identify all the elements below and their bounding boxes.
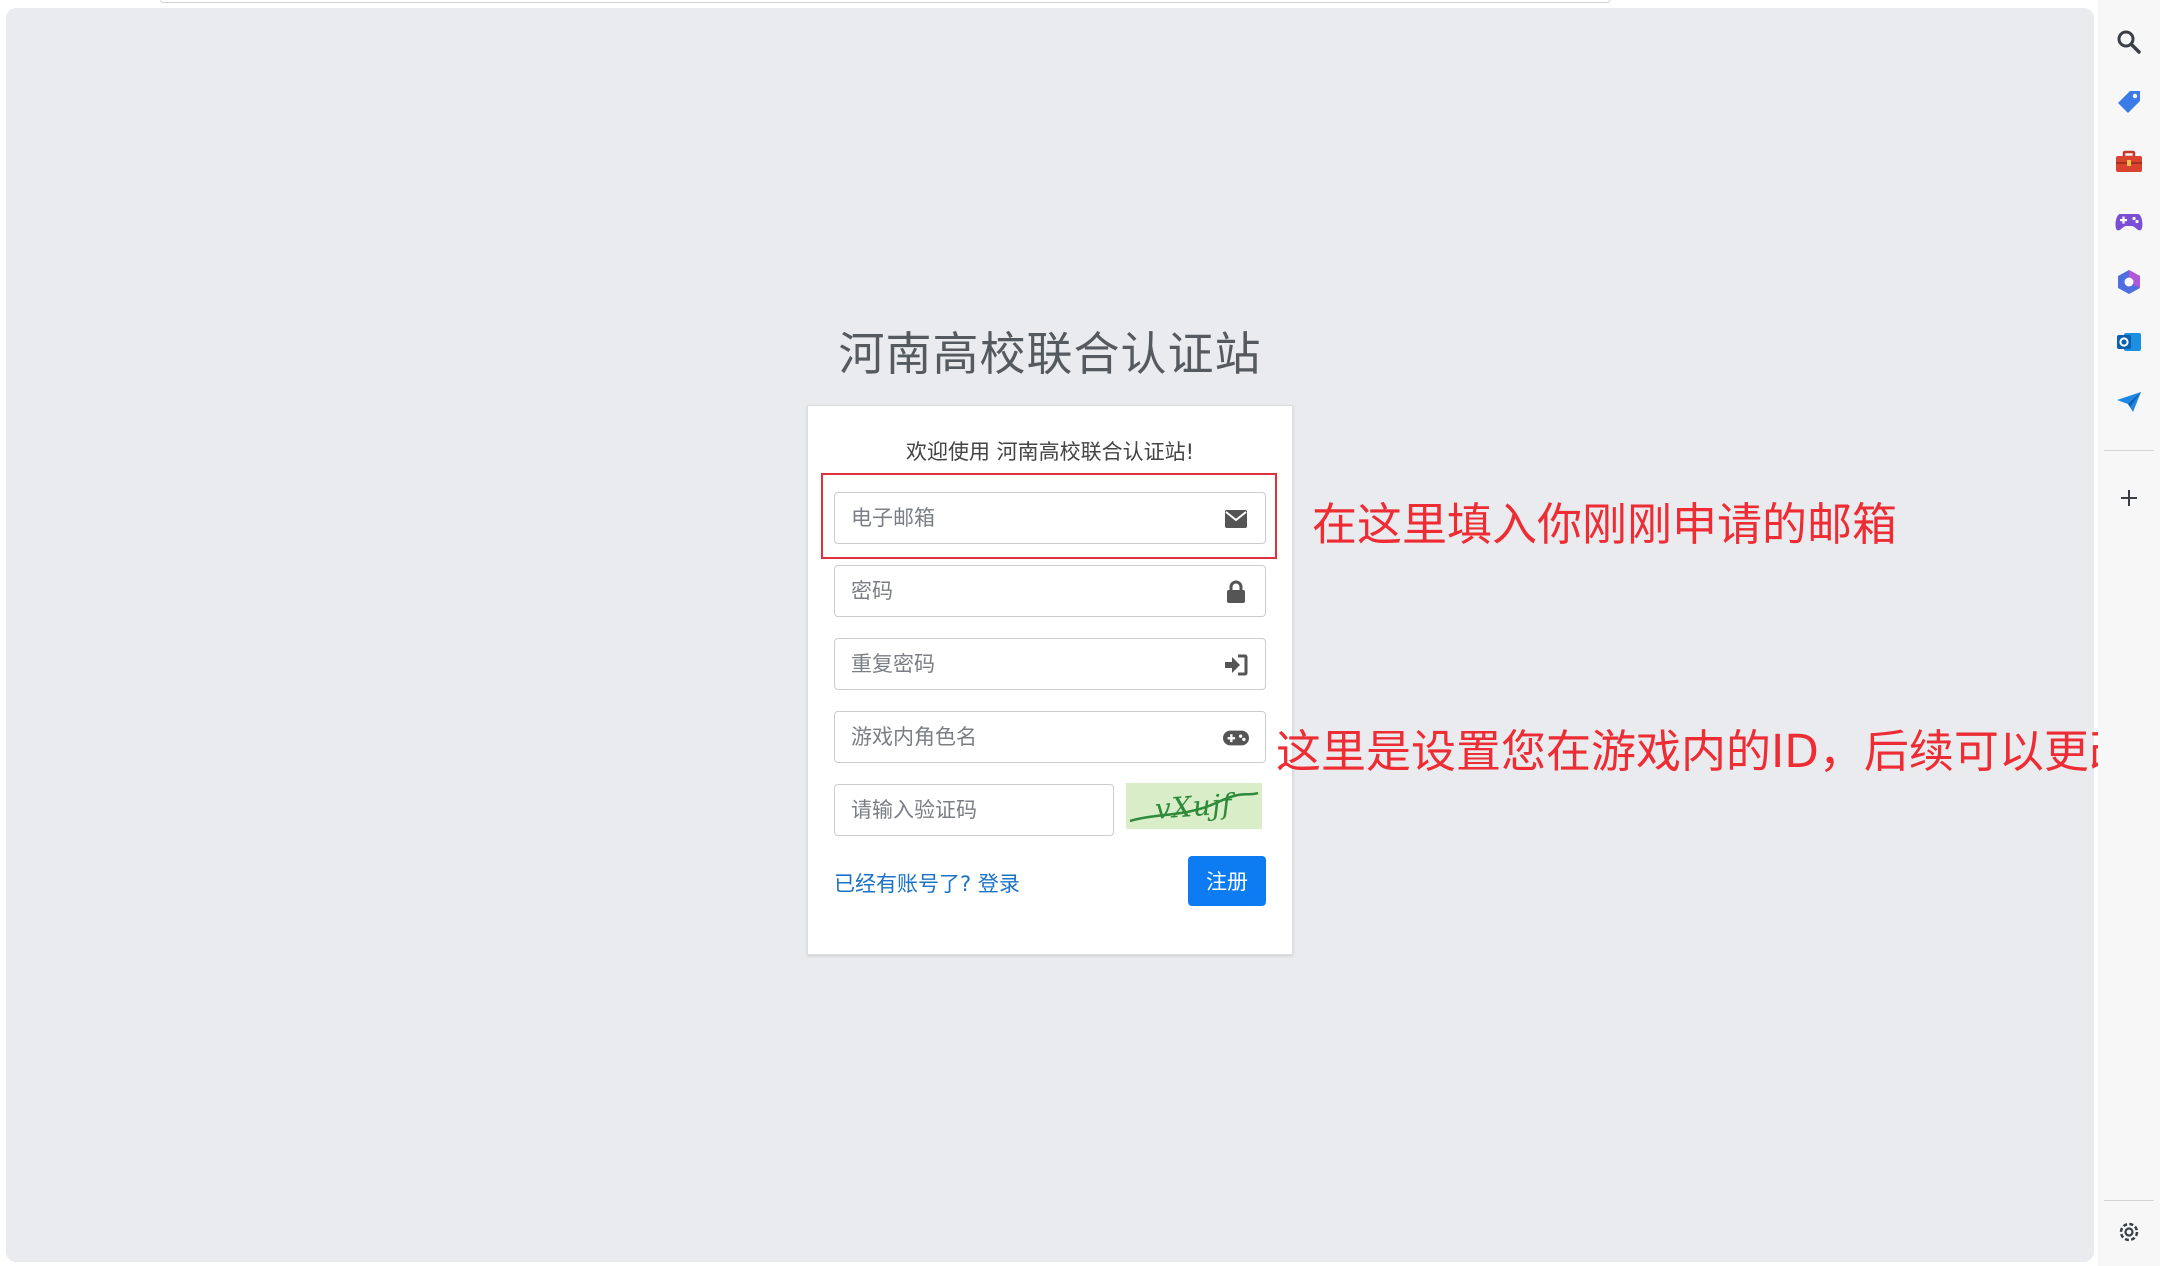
register-button[interactable]: 注册 <box>1188 856 1266 906</box>
game-name-field-wrapper <box>834 711 1266 763</box>
send-icon[interactable] <box>2111 384 2147 420</box>
sidebar-divider-bottom <box>2104 1200 2154 1201</box>
password-input[interactable] <box>835 566 1265 616</box>
captcha-input[interactable] <box>835 785 1113 835</box>
captcha-field-wrapper <box>834 784 1114 836</box>
sidebar-divider <box>2104 450 2154 451</box>
welcome-text: 欢迎使用 河南高校联合认证站! <box>905 440 1195 464</box>
game-name-input[interactable] <box>835 712 1265 762</box>
lock-icon <box>1223 579 1249 605</box>
tag-icon[interactable] <box>2111 84 2147 120</box>
captcha-text: vXujf <box>1154 786 1234 826</box>
toolbox-icon[interactable] <box>2111 144 2147 180</box>
browser-tab-edge <box>160 0 1610 3</box>
email-annotation: 在这里填入你刚刚申请的邮箱 <box>1312 498 1898 551</box>
login-link[interactable]: 已经有账号了? 登录 <box>834 868 1020 898</box>
game-id-annotation: 这里是设置您在游戏内的ID，后续可以更改 <box>1276 725 2134 778</box>
browser-sidebar <box>2098 0 2160 1266</box>
outlook-icon[interactable] <box>2111 324 2147 360</box>
search-icon[interactable] <box>2111 24 2147 60</box>
gear-icon[interactable] <box>2111 1214 2147 1250</box>
copilot-icon[interactable] <box>2111 264 2147 300</box>
gamepad-icon <box>1223 725 1249 751</box>
page-title: 河南高校联合认证站 <box>838 327 1262 381</box>
email-highlight-box <box>821 473 1277 559</box>
repeat-password-field-wrapper <box>834 638 1266 690</box>
plus-icon[interactable] <box>2111 480 2147 516</box>
password-field-wrapper <box>834 565 1266 617</box>
sign-in-icon <box>1223 652 1249 678</box>
games-icon[interactable] <box>2111 204 2147 240</box>
repeat-password-input[interactable] <box>835 639 1265 689</box>
captcha-image[interactable]: vXujf <box>1126 783 1262 829</box>
